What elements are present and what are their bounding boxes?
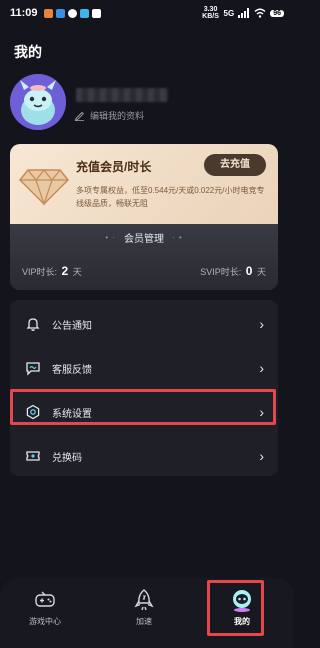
menu-item-label: 客服反馈 [52, 364, 92, 376]
dots-decoration-right: · • [172, 233, 183, 242]
avatar[interactable] [10, 74, 66, 130]
nav-label: 加速 [136, 617, 152, 626]
menu-item-label: 公告通知 [52, 320, 92, 332]
vip-duration-unit: 天 [72, 267, 82, 277]
member-manage-link[interactable]: • · 会员管理 · • [10, 230, 278, 245]
status-bar: 11:09 3.30 KB/S 5G 96 [0, 0, 294, 26]
status-indicators: 3.30 KB/S 5G 96 [202, 6, 284, 20]
chevron-right-icon: › [259, 448, 264, 464]
svip-duration-value: 0 [245, 264, 253, 278]
vip-card: 充值会员/时长 去充值 多项专属权益，低至0.544元/天或0.022元/小时电… [10, 144, 278, 290]
vip-description: 多项专属权益，低至0.544元/天或0.022元/小时电竞专线级品质，畅联无阻 [76, 186, 265, 208]
edit-profile-label: 编辑我的资料 [90, 111, 145, 121]
vip-title: 充值会员/时长 [76, 160, 152, 174]
settings-menu: 公告通知 › 客服反馈 › 系统设置 › 兑换码 › [10, 300, 278, 476]
nav-label: 游戏中心 [29, 617, 61, 626]
vip-card-header: 充值会员/时长 去充值 多项专属权益，低至0.544元/天或0.022元/小时电… [10, 144, 278, 224]
battery-icon: 96 [270, 9, 284, 17]
chat-icon [24, 359, 42, 377]
robot-avatar-icon [10, 74, 66, 130]
member-manage-label: 会员管理 [124, 234, 164, 245]
nickname-blurred [76, 88, 168, 102]
page-title: 我的 [14, 44, 42, 60]
diamond-icon [18, 169, 70, 206]
highlight-box-system-settings [10, 389, 276, 425]
rocket-icon [114, 588, 174, 612]
edit-profile-link[interactable]: 编辑我的资料 [74, 109, 144, 122]
recharge-button[interactable]: 去充值 [204, 154, 266, 176]
svip-duration-label: SVIP时长: [200, 267, 242, 277]
ticket-icon [24, 447, 42, 465]
chevron-right-icon: › [259, 360, 264, 376]
app-notification-icon [67, 8, 77, 18]
svip-duration: SVIP时长: 0 天 [200, 264, 266, 278]
gamepad-icon [15, 588, 75, 612]
menu-item-feedback[interactable]: 客服反馈 › [10, 346, 278, 390]
nav-accelerate[interactable]: 加速 [114, 588, 174, 627]
vip-duration-value: 2 [61, 264, 69, 278]
chevron-right-icon: › [259, 316, 264, 332]
vip-card-footer: • · 会员管理 · • VIP时长: 2 天 SVIP时长: 0 天 [10, 224, 278, 290]
vip-duration-label: VIP时长: [22, 267, 58, 277]
network-label: 5G [223, 8, 235, 18]
bell-icon [24, 315, 42, 333]
svip-duration-unit: 天 [256, 267, 266, 277]
menu-item-label: 兑换码 [52, 452, 82, 464]
menu-item-redeem-code[interactable]: 兑换码 › [10, 434, 278, 478]
app-notification-icon [55, 8, 65, 18]
signal-icon [238, 8, 250, 18]
network-speed: 3.30 KB/S [202, 6, 219, 20]
app-notification-icon [43, 8, 53, 18]
status-time: 11:09 [10, 7, 38, 19]
menu-item-announcements[interactable]: 公告通知 › [10, 302, 278, 346]
nav-game-center[interactable]: 游戏中心 [15, 588, 75, 627]
wifi-icon [254, 8, 266, 18]
pencil-icon [74, 111, 85, 121]
app-notification-icon [79, 8, 89, 18]
app-notification-icon [91, 8, 101, 18]
vip-duration: VIP时长: 2 天 [22, 264, 82, 278]
highlight-box-mine-tab [207, 580, 264, 636]
dots-decoration-left: • · [105, 233, 116, 242]
